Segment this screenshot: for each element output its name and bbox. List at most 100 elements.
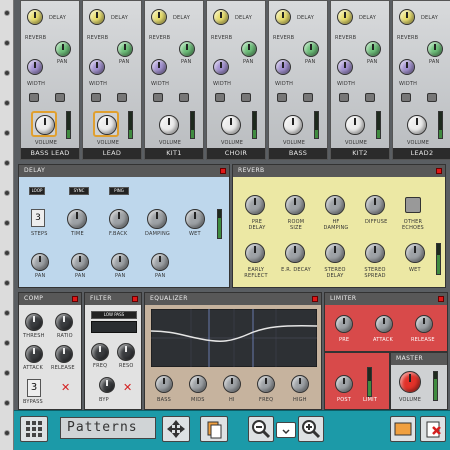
reverb-wet-knob[interactable] — [405, 243, 425, 263]
delay-pan-knob-2[interactable] — [71, 253, 89, 271]
limiter-power-led[interactable] — [438, 296, 444, 302]
strip-pan-knob[interactable] — [55, 41, 71, 57]
comp-close-icon[interactable]: ✕ — [61, 381, 70, 394]
strip-volume-knob[interactable] — [97, 115, 117, 135]
eq-mids-knob[interactable] — [189, 375, 207, 393]
filter-power-led[interactable] — [132, 296, 138, 302]
eq-freq-knob[interactable] — [257, 375, 275, 393]
delay-steps-display[interactable]: 3 — [31, 209, 45, 227]
comp-release-knob[interactable] — [55, 345, 73, 363]
comp-bypass-display[interactable]: 3 — [27, 379, 41, 397]
comp-attack-knob[interactable] — [25, 345, 43, 363]
strip-solo-button[interactable] — [365, 93, 375, 102]
ping-switch[interactable]: PING — [109, 187, 129, 195]
limiter-attack-knob[interactable] — [375, 315, 393, 333]
limiter-pre-knob[interactable] — [335, 315, 353, 333]
move-tool-button[interactable] — [162, 416, 190, 442]
strip-pan-knob[interactable] — [303, 41, 319, 57]
equalizer-power-led[interactable] — [312, 296, 318, 302]
reverb-hfdamping-knob[interactable] — [325, 195, 345, 215]
limiter-release-knob[interactable] — [415, 315, 433, 333]
strip-pan-knob[interactable] — [179, 41, 195, 57]
zoom-out-button[interactable] — [248, 416, 274, 442]
strip-mute-button[interactable] — [29, 93, 39, 102]
delay-time-knob[interactable] — [67, 209, 87, 229]
strip-delay-knob[interactable] — [89, 9, 105, 25]
strip-width-knob[interactable] — [399, 59, 415, 75]
copy-button[interactable] — [200, 416, 228, 442]
reverb-early-knob[interactable] — [245, 243, 265, 263]
reverb-stereospread-knob[interactable] — [365, 243, 385, 263]
strip-width-knob[interactable] — [89, 59, 105, 75]
strip-mute-button[interactable] — [91, 93, 101, 102]
strip-delay-knob[interactable] — [275, 9, 291, 25]
limiter-post-knob[interactable] — [335, 375, 353, 393]
delay-damping-knob[interactable] — [147, 209, 167, 229]
delay-power-led[interactable] — [220, 168, 226, 174]
other-echoes-toggle[interactable] — [405, 197, 421, 213]
reverb-diffuse-knob[interactable] — [365, 195, 385, 215]
strip-width-knob[interactable] — [151, 59, 167, 75]
strip-solo-button[interactable] — [55, 93, 65, 102]
strip-pan-knob[interactable] — [241, 41, 257, 57]
delay-wet-knob[interactable] — [185, 209, 205, 229]
filter-freq-knob[interactable] — [91, 343, 109, 361]
eq-high-knob[interactable] — [291, 375, 309, 393]
strip-volume-knob[interactable] — [345, 115, 365, 135]
strip-pan-knob[interactable] — [365, 41, 381, 57]
zoom-level-selector[interactable] — [276, 422, 296, 438]
sync-switch[interactable]: SYNC — [69, 187, 89, 195]
delay-pan-knob-1[interactable] — [31, 253, 49, 271]
strip-volume-knob[interactable] — [35, 115, 55, 135]
eq-bass-knob[interactable] — [155, 375, 173, 393]
strip-volume-knob[interactable] — [221, 115, 241, 135]
strip-mute-button[interactable] — [215, 93, 225, 102]
filter-mode-display[interactable]: LOW PASS — [91, 311, 137, 319]
strip-mute-button[interactable] — [401, 93, 411, 102]
clear-button[interactable] — [420, 416, 446, 442]
strip-mute-button[interactable] — [277, 93, 287, 102]
strip-width-knob[interactable] — [337, 59, 353, 75]
reverb-predelay-knob[interactable] — [245, 195, 265, 215]
filter-close-icon[interactable]: ✕ — [123, 381, 132, 394]
reverb-stereodelay-knob[interactable] — [325, 243, 345, 263]
strip-pan-knob[interactable] — [427, 41, 443, 57]
strip-width-knob[interactable] — [275, 59, 291, 75]
delay-pan-knob-4[interactable] — [151, 253, 169, 271]
comp-thresh-knob[interactable] — [25, 313, 43, 331]
grid-view-button[interactable] — [20, 416, 48, 442]
filter-bypass-knob[interactable] — [99, 377, 115, 393]
delay-feedback-knob[interactable] — [109, 209, 129, 229]
reverb-power-led[interactable] — [436, 168, 442, 174]
strip-solo-button[interactable] — [179, 93, 189, 102]
strip-solo-button[interactable] — [117, 93, 127, 102]
reverb-erdecay-knob[interactable] — [285, 243, 305, 263]
master-volume-knob[interactable] — [399, 371, 421, 393]
filter-reso-knob[interactable] — [117, 343, 135, 361]
panel-view-button[interactable] — [390, 416, 416, 442]
delay-pan-knob-3[interactable] — [111, 253, 129, 271]
strip-width-knob[interactable] — [27, 59, 43, 75]
strip-solo-button[interactable] — [427, 93, 437, 102]
strip-solo-button[interactable] — [241, 93, 251, 102]
comp-power-led[interactable] — [72, 296, 78, 302]
strip-delay-knob[interactable] — [399, 9, 415, 25]
strip-delay-knob[interactable] — [337, 9, 353, 25]
eq-hi-knob[interactable] — [223, 375, 241, 393]
strip-mute-button[interactable] — [153, 93, 163, 102]
strip-volume-knob[interactable] — [159, 115, 179, 135]
zoom-in-button[interactable] — [298, 416, 324, 442]
strip-mute-button[interactable] — [339, 93, 349, 102]
patterns-field[interactable]: Patterns — [60, 417, 156, 439]
strip-delay-knob[interactable] — [27, 9, 43, 25]
strip-delay-knob[interactable] — [213, 9, 229, 25]
strip-solo-button[interactable] — [303, 93, 313, 102]
strip-volume-knob[interactable] — [407, 115, 427, 135]
loop-switch[interactable]: LOOP — [29, 187, 45, 195]
strip-width-knob[interactable] — [213, 59, 229, 75]
reverb-roomsize-knob[interactable] — [285, 195, 305, 215]
strip-volume-knob[interactable] — [283, 115, 303, 135]
strip-pan-knob[interactable] — [117, 41, 133, 57]
strip-delay-knob[interactable] — [151, 9, 167, 25]
comp-ratio-knob[interactable] — [55, 313, 73, 331]
